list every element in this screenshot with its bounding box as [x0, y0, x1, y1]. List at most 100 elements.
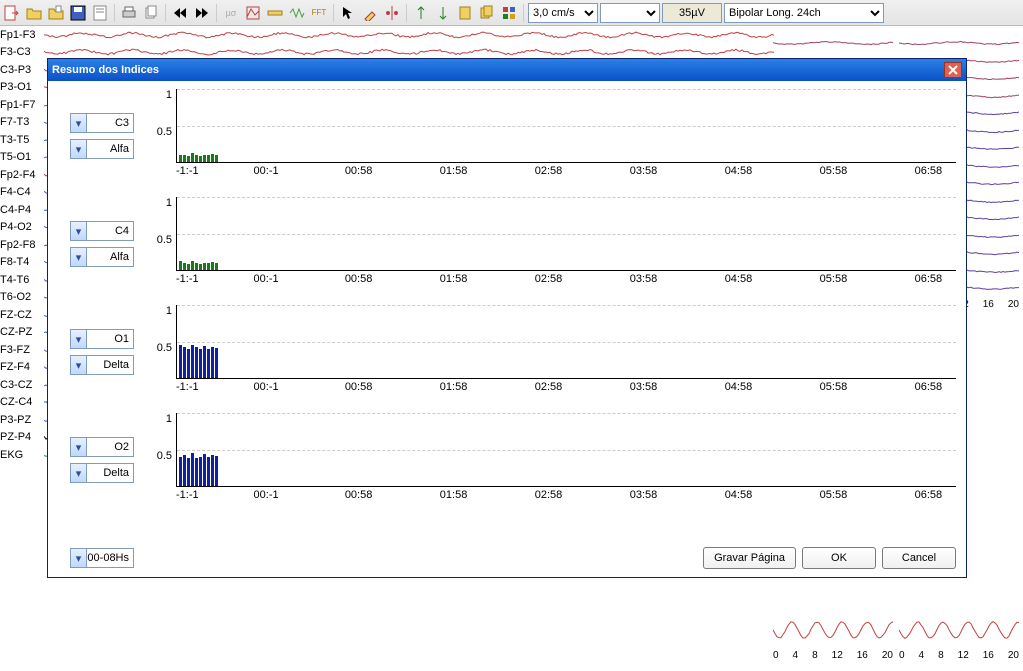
multi-page-icon[interactable]	[477, 3, 497, 23]
bar	[207, 263, 210, 270]
bar	[215, 456, 218, 486]
bar	[199, 349, 202, 378]
y-axis-labels: 10.5	[152, 197, 172, 271]
side-axis: 048121620	[773, 650, 893, 661]
bar	[179, 457, 182, 486]
tool-a-icon[interactable]	[411, 3, 431, 23]
channel-label: T5-O1	[0, 151, 44, 163]
bar	[211, 262, 214, 270]
channel-label: Fp1-F7	[0, 99, 44, 111]
band-dropdown[interactable]: ▾Delta	[70, 463, 134, 483]
channel-label: F4-C4	[0, 186, 44, 198]
channel-dropdown[interactable]: ▾C4	[70, 221, 134, 241]
chart-block: ▾O1 ▾Delta 10.5-1:-100:-100:5801:5802:5803…	[70, 305, 956, 395]
side-wave	[899, 36, 1019, 50]
exit-icon[interactable]	[2, 3, 22, 23]
save-icon[interactable]	[68, 3, 88, 23]
band-dropdown[interactable]: ▾Alfa	[70, 247, 134, 267]
band-dropdown[interactable]: ▾Delta	[70, 355, 134, 375]
channel-label: EKG	[0, 449, 44, 461]
grid-icon[interactable]	[499, 3, 519, 23]
bar	[191, 153, 194, 162]
bar	[187, 264, 190, 270]
channel-label: P3-O1	[0, 81, 44, 93]
bar	[215, 263, 218, 270]
copy-icon[interactable]	[141, 3, 161, 23]
channel-label: F3-C3	[0, 46, 44, 58]
channel-label: Fp1-F3	[0, 29, 44, 41]
bar	[207, 349, 210, 378]
bar	[183, 455, 186, 486]
print-icon[interactable]	[119, 3, 139, 23]
x-axis-labels: -1:-100:-100:5801:5802:5803:5804:5805:58…	[176, 381, 956, 395]
marker-icon[interactable]	[360, 3, 380, 23]
plot	[176, 89, 956, 163]
chart-plot-area: 10.5-1:-100:-100:5801:5802:5803:5804:580…	[152, 305, 956, 395]
y-axis-labels: 10.5	[152, 89, 172, 163]
side-wave	[773, 36, 893, 50]
bar	[203, 454, 206, 486]
channel-label: Fp2-F4	[0, 169, 44, 181]
bar	[195, 458, 198, 486]
doc-text-icon[interactable]	[90, 3, 110, 23]
open-icon[interactable]	[24, 3, 44, 23]
cursor-icon[interactable]	[338, 3, 358, 23]
bar	[211, 455, 214, 486]
bar	[191, 345, 194, 378]
bar	[207, 155, 210, 162]
channel-label: T4-T6	[0, 274, 44, 286]
chart-block: ▾O2▾Delta10.5-1:-100:-100:5801:5802:5803…	[70, 413, 956, 503]
bar	[191, 261, 194, 270]
channel-label: C4-P4	[0, 204, 44, 216]
open-page-icon[interactable]	[46, 3, 66, 23]
channel-label: FZ-F4	[0, 361, 44, 373]
channel-dropdown[interactable]: ▾C3	[70, 113, 134, 133]
channel-label: C3-CZ	[0, 379, 44, 391]
bar	[203, 346, 206, 378]
bar	[195, 263, 198, 270]
split-icon[interactable]	[382, 3, 402, 23]
rewind-icon[interactable]	[170, 3, 190, 23]
bar	[199, 264, 202, 270]
bar	[195, 155, 198, 162]
side-axis: 048121620	[899, 650, 1019, 661]
channel-label: T3-T5	[0, 134, 44, 146]
fft-icon[interactable]: FFT	[309, 3, 329, 23]
filter-select[interactable]	[600, 3, 660, 23]
dialog-titlebar: Resumo dos Indices	[48, 59, 966, 81]
montage-icon[interactable]	[243, 3, 263, 23]
forward-icon[interactable]	[192, 3, 212, 23]
channel-label: C3-P3	[0, 64, 44, 76]
channel-dropdown[interactable]: ▾O2	[70, 437, 134, 457]
chart-plot-area: 10.5-1:-100:-100:5801:5802:5803:5804:580…	[152, 197, 956, 287]
save-page-button[interactable]: Gravar Página	[703, 547, 796, 569]
eeg-channel-row: Fp1-F3	[0, 26, 780, 44]
bar	[199, 156, 202, 162]
main-toolbar: µσ FFT 3,0 cm/s 35µV Bipolar Long. 24ch	[0, 0, 1023, 26]
bar	[187, 349, 190, 378]
channel-label: F3-FZ	[0, 344, 44, 356]
bar	[207, 457, 210, 486]
speed-select[interactable]: 3,0 cm/s	[528, 3, 598, 23]
cancel-button[interactable]: Cancel	[882, 547, 956, 569]
bar	[211, 347, 214, 378]
chart-block: ▾C3▾Alfa10.5-1:-100:-100:5801:5802:5803:…	[70, 89, 956, 179]
band-dropdown[interactable]: ▾Alfa	[70, 139, 134, 159]
wave-analysis-icon[interactable]	[287, 3, 307, 23]
time-range-dropdown[interactable]: ▾ 00-08Hs	[70, 548, 134, 568]
dialog-title: Resumo dos Indices	[52, 64, 944, 76]
bar	[183, 347, 186, 378]
montage-select[interactable]: Bipolar Long. 24ch	[724, 3, 884, 23]
ruler-icon[interactable]	[265, 3, 285, 23]
close-button[interactable]	[944, 62, 962, 78]
plot	[176, 305, 956, 379]
side-spectrum	[899, 615, 1019, 648]
ok-button[interactable]: OK	[802, 547, 876, 569]
page-icon[interactable]	[455, 3, 475, 23]
channel-dropdown[interactable]: ▾O1	[70, 329, 134, 349]
bar	[179, 155, 182, 162]
micro-text-icon[interactable]: µσ	[221, 3, 241, 23]
channel-label: Fp2-F8	[0, 239, 44, 251]
tool-b-icon[interactable]	[433, 3, 453, 23]
bar	[215, 155, 218, 162]
